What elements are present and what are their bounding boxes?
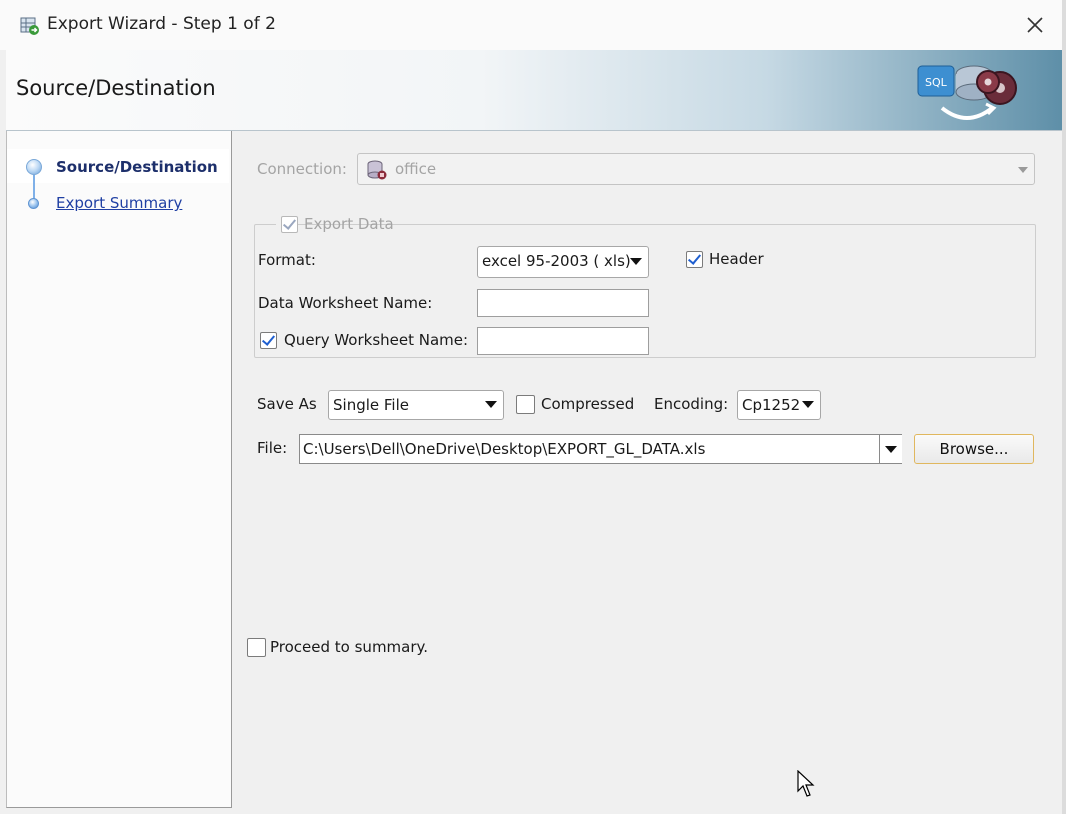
next-step-icon — [28, 198, 39, 209]
title-bar: Export Wizard - Step 1 of 2 — [0, 0, 1062, 50]
export-data-label: Export Data — [304, 215, 394, 233]
encoding-label: Encoding: — [654, 395, 729, 413]
export-wizard-icon — [20, 17, 39, 35]
format-value: excel 95-2003 ( xls) — [482, 252, 631, 270]
export-wizard-window: Export Wizard - Step 1 of 2 Source/Desti… — [0, 0, 1063, 814]
file-dropdown-icon — [885, 446, 897, 453]
wizard-banner: Source/Destination SQL — [6, 50, 1062, 131]
connection-label: Connection: — [257, 160, 347, 178]
save-as-value: Single File — [333, 396, 409, 414]
page-title: Source/Destination — [16, 76, 216, 100]
encoding-select[interactable]: Cp1252 — [737, 390, 821, 420]
wizard-content-pane: Connection: office Export Data Format: e… — [232, 131, 1062, 807]
export-data-legend: Export Data — [276, 214, 394, 236]
data-worksheet-label: Data Worksheet Name: — [258, 294, 433, 312]
file-label: File: — [257, 439, 288, 457]
connection-select[interactable]: office — [357, 153, 1035, 185]
current-step-icon — [26, 159, 42, 175]
file-path-input[interactable]: C:\Users\Dell\OneDrive\Desktop\EXPORT_GL… — [299, 434, 902, 464]
file-path-value: C:\Users\Dell\OneDrive\Desktop\EXPORT_GL… — [303, 440, 706, 458]
window-edge — [1062, 0, 1066, 814]
format-dropdown-icon — [630, 258, 642, 265]
close-button[interactable] — [1022, 12, 1048, 38]
banner-art-label: SQL — [925, 76, 948, 89]
query-worksheet-input[interactable] — [477, 327, 649, 355]
wizard-steps-pane: Source/Destination Export Summary — [6, 131, 232, 808]
query-worksheet-label: Query Worksheet Name: — [284, 331, 469, 349]
connection-value: office — [395, 160, 437, 178]
browse-button[interactable]: Browse... — [914, 434, 1034, 464]
save-as-select[interactable]: Single File — [328, 390, 504, 420]
compressed-checkbox[interactable] — [516, 395, 535, 414]
save-as-label: Save As — [257, 395, 317, 413]
encoding-value: Cp1252 — [742, 396, 801, 414]
file-history-dropdown[interactable] — [879, 435, 902, 463]
database-export-icon: SQL — [917, 65, 1017, 120]
encoding-dropdown-icon — [802, 401, 814, 408]
connection-database-icon — [367, 160, 387, 180]
data-worksheet-input[interactable] — [477, 289, 649, 317]
compressed-label: Compressed — [541, 395, 635, 413]
format-label: Format: — [258, 251, 316, 269]
close-icon — [1027, 17, 1043, 33]
header-checkbox[interactable] — [686, 251, 703, 268]
window-title: Export Wizard - Step 1 of 2 — [47, 14, 276, 34]
proceed-to-summary-checkbox[interactable] — [247, 638, 266, 657]
mouse-pointer-icon — [797, 770, 815, 797]
proceed-to-summary-label: Proceed to summary. — [270, 638, 429, 656]
step-export-summary[interactable]: Export Summary — [56, 194, 182, 212]
save-as-dropdown-icon — [485, 401, 497, 408]
connection-dropdown-icon — [1018, 167, 1028, 173]
format-select[interactable]: excel 95-2003 ( xls) — [477, 246, 649, 278]
step-source-destination[interactable]: Source/Destination — [56, 158, 218, 176]
query-worksheet-checkbox[interactable] — [260, 332, 277, 349]
export-data-checkbox[interactable] — [281, 216, 298, 233]
header-label: Header — [709, 250, 764, 268]
